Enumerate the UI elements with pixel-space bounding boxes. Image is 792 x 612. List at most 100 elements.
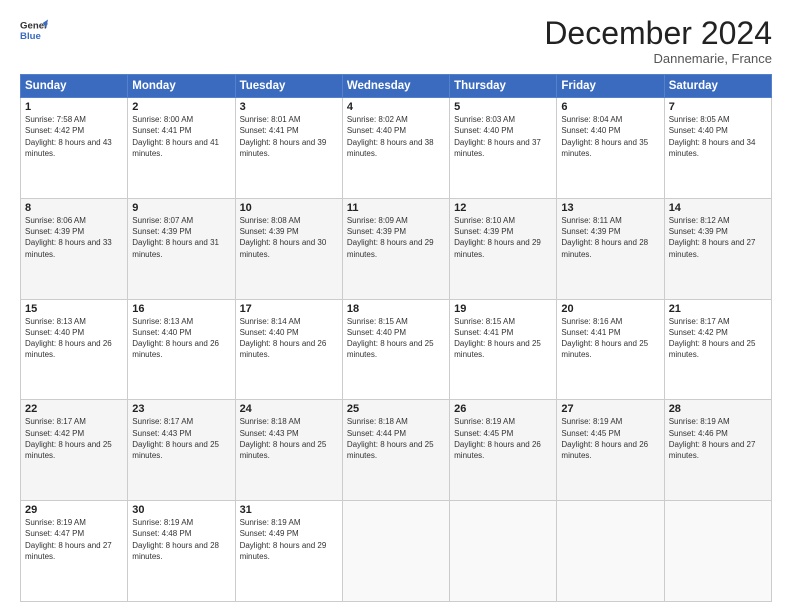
day-info: Sunrise: 8:07 AMSunset: 4:39 PMDaylight:… xyxy=(132,215,230,260)
day-info: Sunrise: 8:09 AMSunset: 4:39 PMDaylight:… xyxy=(347,215,445,260)
logo: General Blue xyxy=(20,16,48,44)
day-cell-22: 22Sunrise: 8:17 AMSunset: 4:42 PMDayligh… xyxy=(21,400,128,501)
day-cell-2: 2Sunrise: 8:00 AMSunset: 4:41 PMDaylight… xyxy=(128,98,235,199)
day-number: 18 xyxy=(347,303,445,315)
day-number: 4 xyxy=(347,101,445,113)
day-cell-4: 4Sunrise: 8:02 AMSunset: 4:40 PMDaylight… xyxy=(342,98,449,199)
day-info: Sunrise: 8:17 AMSunset: 4:42 PMDaylight:… xyxy=(25,416,123,461)
day-cell-9: 9Sunrise: 8:07 AMSunset: 4:39 PMDaylight… xyxy=(128,198,235,299)
day-number: 2 xyxy=(132,101,230,113)
day-cell-13: 13Sunrise: 8:11 AMSunset: 4:39 PMDayligh… xyxy=(557,198,664,299)
day-info: Sunrise: 8:16 AMSunset: 4:41 PMDaylight:… xyxy=(561,316,659,361)
col-friday: Friday xyxy=(557,75,664,98)
day-number: 25 xyxy=(347,403,445,415)
day-cell-3: 3Sunrise: 8:01 AMSunset: 4:41 PMDaylight… xyxy=(235,98,342,199)
day-info: Sunrise: 8:15 AMSunset: 4:40 PMDaylight:… xyxy=(347,316,445,361)
logo-icon: General Blue xyxy=(20,16,48,44)
day-number: 1 xyxy=(25,101,123,113)
day-cell-16: 16Sunrise: 8:13 AMSunset: 4:40 PMDayligh… xyxy=(128,299,235,400)
day-cell-23: 23Sunrise: 8:17 AMSunset: 4:43 PMDayligh… xyxy=(128,400,235,501)
day-cell-15: 15Sunrise: 8:13 AMSunset: 4:40 PMDayligh… xyxy=(21,299,128,400)
svg-text:General: General xyxy=(20,20,48,31)
day-info: Sunrise: 8:11 AMSunset: 4:39 PMDaylight:… xyxy=(561,215,659,260)
day-info: Sunrise: 8:04 AMSunset: 4:40 PMDaylight:… xyxy=(561,114,659,159)
day-number: 13 xyxy=(561,202,659,214)
col-wednesday: Wednesday xyxy=(342,75,449,98)
day-number: 19 xyxy=(454,303,552,315)
day-cell-21: 21Sunrise: 8:17 AMSunset: 4:42 PMDayligh… xyxy=(664,299,771,400)
col-saturday: Saturday xyxy=(664,75,771,98)
day-cell-27: 27Sunrise: 8:19 AMSunset: 4:45 PMDayligh… xyxy=(557,400,664,501)
calendar-week-1: 1Sunrise: 7:58 AMSunset: 4:42 PMDaylight… xyxy=(21,98,772,199)
day-cell-26: 26Sunrise: 8:19 AMSunset: 4:45 PMDayligh… xyxy=(450,400,557,501)
header: General Blue December 2024 Dannemarie, F… xyxy=(20,16,772,66)
day-info: Sunrise: 8:17 AMSunset: 4:43 PMDaylight:… xyxy=(132,416,230,461)
day-info: Sunrise: 8:18 AMSunset: 4:44 PMDaylight:… xyxy=(347,416,445,461)
day-cell-7: 7Sunrise: 8:05 AMSunset: 4:40 PMDaylight… xyxy=(664,98,771,199)
col-thursday: Thursday xyxy=(450,75,557,98)
day-info: Sunrise: 8:00 AMSunset: 4:41 PMDaylight:… xyxy=(132,114,230,159)
day-cell-10: 10Sunrise: 8:08 AMSunset: 4:39 PMDayligh… xyxy=(235,198,342,299)
day-number: 8 xyxy=(25,202,123,214)
empty-cell xyxy=(342,501,449,602)
day-info: Sunrise: 8:19 AMSunset: 4:45 PMDaylight:… xyxy=(561,416,659,461)
day-number: 26 xyxy=(454,403,552,415)
day-number: 22 xyxy=(25,403,123,415)
col-monday: Monday xyxy=(128,75,235,98)
day-cell-14: 14Sunrise: 8:12 AMSunset: 4:39 PMDayligh… xyxy=(664,198,771,299)
day-cell-30: 30Sunrise: 8:19 AMSunset: 4:48 PMDayligh… xyxy=(128,501,235,602)
day-cell-1: 1Sunrise: 7:58 AMSunset: 4:42 PMDaylight… xyxy=(21,98,128,199)
day-number: 21 xyxy=(669,303,767,315)
calendar-week-4: 22Sunrise: 8:17 AMSunset: 4:42 PMDayligh… xyxy=(21,400,772,501)
day-info: Sunrise: 8:19 AMSunset: 4:46 PMDaylight:… xyxy=(669,416,767,461)
day-info: Sunrise: 8:03 AMSunset: 4:40 PMDaylight:… xyxy=(454,114,552,159)
empty-cell xyxy=(450,501,557,602)
day-number: 24 xyxy=(240,403,338,415)
day-number: 9 xyxy=(132,202,230,214)
day-number: 17 xyxy=(240,303,338,315)
day-cell-25: 25Sunrise: 8:18 AMSunset: 4:44 PMDayligh… xyxy=(342,400,449,501)
calendar-body: 1Sunrise: 7:58 AMSunset: 4:42 PMDaylight… xyxy=(21,98,772,602)
calendar-week-2: 8Sunrise: 8:06 AMSunset: 4:39 PMDaylight… xyxy=(21,198,772,299)
day-cell-29: 29Sunrise: 8:19 AMSunset: 4:47 PMDayligh… xyxy=(21,501,128,602)
day-number: 5 xyxy=(454,101,552,113)
day-cell-28: 28Sunrise: 8:19 AMSunset: 4:46 PMDayligh… xyxy=(664,400,771,501)
day-number: 16 xyxy=(132,303,230,315)
day-info: Sunrise: 8:14 AMSunset: 4:40 PMDaylight:… xyxy=(240,316,338,361)
title-block: December 2024 Dannemarie, France xyxy=(544,16,772,66)
day-number: 10 xyxy=(240,202,338,214)
day-number: 11 xyxy=(347,202,445,214)
day-number: 30 xyxy=(132,504,230,516)
page: General Blue December 2024 Dannemarie, F… xyxy=(0,0,792,612)
empty-cell xyxy=(557,501,664,602)
calendar-week-5: 29Sunrise: 8:19 AMSunset: 4:47 PMDayligh… xyxy=(21,501,772,602)
day-info: Sunrise: 8:19 AMSunset: 4:48 PMDaylight:… xyxy=(132,517,230,562)
day-cell-8: 8Sunrise: 8:06 AMSunset: 4:39 PMDaylight… xyxy=(21,198,128,299)
calendar-week-3: 15Sunrise: 8:13 AMSunset: 4:40 PMDayligh… xyxy=(21,299,772,400)
day-cell-19: 19Sunrise: 8:15 AMSunset: 4:41 PMDayligh… xyxy=(450,299,557,400)
day-cell-11: 11Sunrise: 8:09 AMSunset: 4:39 PMDayligh… xyxy=(342,198,449,299)
day-info: Sunrise: 8:13 AMSunset: 4:40 PMDaylight:… xyxy=(25,316,123,361)
day-number: 12 xyxy=(454,202,552,214)
day-number: 23 xyxy=(132,403,230,415)
day-number: 27 xyxy=(561,403,659,415)
day-info: Sunrise: 8:13 AMSunset: 4:40 PMDaylight:… xyxy=(132,316,230,361)
day-info: Sunrise: 8:15 AMSunset: 4:41 PMDaylight:… xyxy=(454,316,552,361)
day-info: Sunrise: 8:10 AMSunset: 4:39 PMDaylight:… xyxy=(454,215,552,260)
day-cell-12: 12Sunrise: 8:10 AMSunset: 4:39 PMDayligh… xyxy=(450,198,557,299)
col-tuesday: Tuesday xyxy=(235,75,342,98)
day-cell-17: 17Sunrise: 8:14 AMSunset: 4:40 PMDayligh… xyxy=(235,299,342,400)
day-cell-20: 20Sunrise: 8:16 AMSunset: 4:41 PMDayligh… xyxy=(557,299,664,400)
day-info: Sunrise: 8:19 AMSunset: 4:45 PMDaylight:… xyxy=(454,416,552,461)
calendar-table: Sunday Monday Tuesday Wednesday Thursday… xyxy=(20,74,772,602)
day-number: 29 xyxy=(25,504,123,516)
day-number: 31 xyxy=(240,504,338,516)
day-number: 7 xyxy=(669,101,767,113)
day-info: Sunrise: 8:18 AMSunset: 4:43 PMDaylight:… xyxy=(240,416,338,461)
day-info: Sunrise: 8:19 AMSunset: 4:49 PMDaylight:… xyxy=(240,517,338,562)
day-cell-18: 18Sunrise: 8:15 AMSunset: 4:40 PMDayligh… xyxy=(342,299,449,400)
day-cell-31: 31Sunrise: 8:19 AMSunset: 4:49 PMDayligh… xyxy=(235,501,342,602)
header-row: Sunday Monday Tuesday Wednesday Thursday… xyxy=(21,75,772,98)
day-info: Sunrise: 7:58 AMSunset: 4:42 PMDaylight:… xyxy=(25,114,123,159)
day-info: Sunrise: 8:02 AMSunset: 4:40 PMDaylight:… xyxy=(347,114,445,159)
